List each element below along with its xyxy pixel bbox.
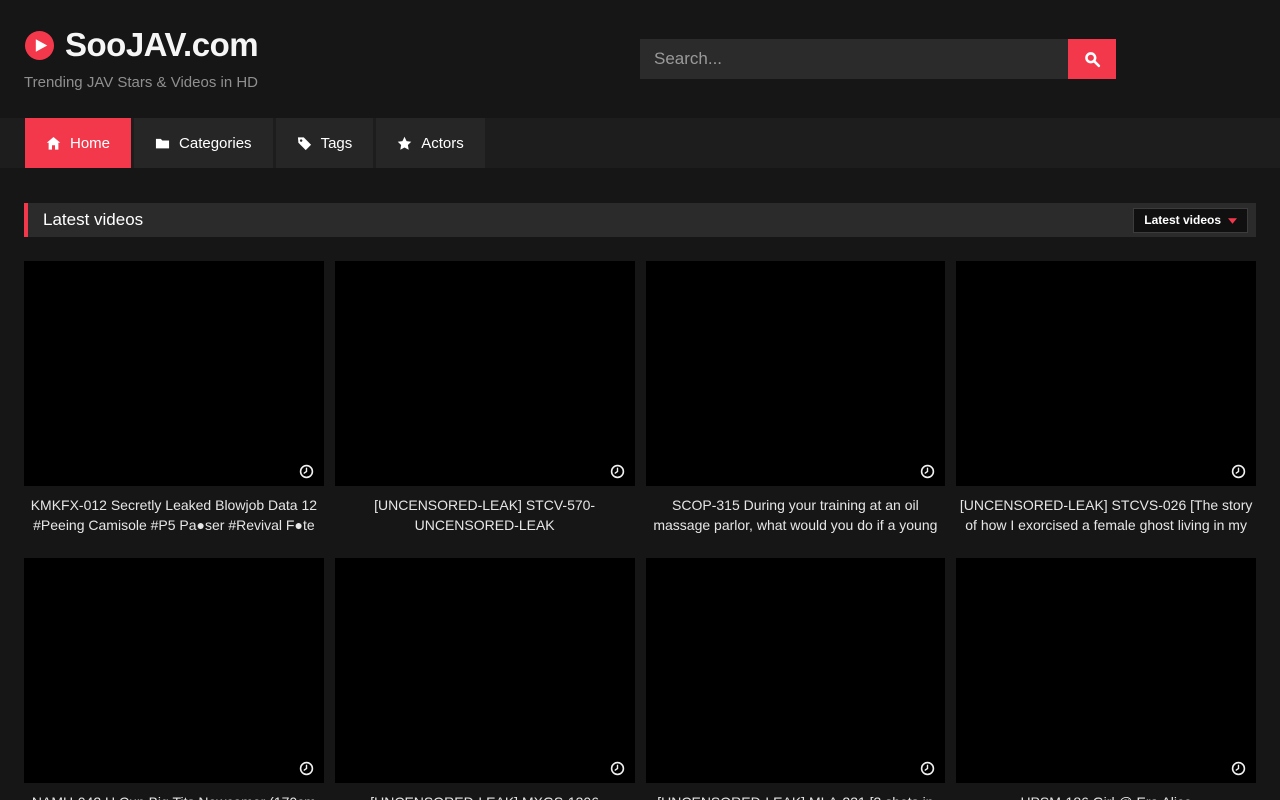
video-grid: KMKFX-012 Secretly Leaked Blowjob Data 1…: [24, 261, 1256, 800]
video-thumbnail[interactable]: [956, 558, 1256, 783]
clock-icon: [610, 761, 625, 776]
video-thumbnail[interactable]: [335, 558, 635, 783]
nav-item-actors[interactable]: Actors: [376, 118, 485, 168]
video-title[interactable]: [UNCENSORED-LEAK] MXGS-1306 Absolutely: [335, 783, 635, 800]
nav-item-label: Home: [70, 135, 110, 152]
video-title[interactable]: SCOP-315 During your training at an oil …: [646, 486, 946, 558]
site-header: SooJAV.com Trending JAV Stars & Videos i…: [0, 0, 1280, 118]
nav-item-label: Categories: [179, 135, 252, 152]
search-input[interactable]: [640, 39, 1068, 79]
video-thumbnail[interactable]: [24, 261, 324, 486]
clock-icon: [610, 464, 625, 479]
video-title[interactable]: [UNCENSORED-LEAK] STCV-570-UNCENSORED-LE…: [335, 486, 635, 558]
nav-item-tags[interactable]: Tags: [276, 118, 374, 168]
folder-icon: [155, 136, 170, 151]
nav-item-categories[interactable]: Categories: [134, 118, 273, 168]
sort-dropdown-label: Latest videos: [1144, 213, 1221, 227]
clock-icon: [1231, 464, 1246, 479]
nav-item-label: Actors: [421, 135, 464, 152]
video-title[interactable]: [UNCENSORED-LEAK] STCVS-026 [The story o…: [956, 486, 1256, 558]
home-icon: [46, 136, 61, 151]
video-thumbnail[interactable]: [956, 261, 1256, 486]
video-title[interactable]: NAMH-042 H Cup Big Tits Newcomer (170cm …: [24, 783, 324, 800]
video-thumbnail[interactable]: [24, 558, 324, 783]
nav-item-home[interactable]: Home: [25, 118, 131, 168]
clock-icon: [920, 761, 935, 776]
clock-icon: [299, 761, 314, 776]
search-icon: [1084, 51, 1101, 68]
video-card[interactable]: KMKFX-012 Secretly Leaked Blowjob Data 1…: [24, 261, 324, 558]
tag-icon: [297, 136, 312, 151]
caret-down-icon: [1228, 218, 1237, 224]
video-card[interactable]: [UNCENSORED-LEAK] MXGS-1306 Absolutely: [335, 558, 635, 800]
main-nav: Home Categories Tags Actors: [0, 118, 1280, 168]
video-card[interactable]: SCOP-315 During your training at an oil …: [646, 261, 946, 558]
star-icon: [397, 136, 412, 151]
brand-name: SooJAV.com: [65, 26, 258, 64]
main-content: Latest videos Latest videos KMKFX-012 Se…: [24, 203, 1256, 800]
video-card[interactable]: HPSM-186 Girl @ Era Alice: [956, 558, 1256, 800]
video-title[interactable]: [UNCENSORED-LEAK] MLA-231 [3 shots in: [646, 783, 946, 800]
clock-icon: [1231, 761, 1246, 776]
clock-icon: [920, 464, 935, 479]
video-card[interactable]: [UNCENSORED-LEAK] STCVS-026 [The story o…: [956, 261, 1256, 558]
video-thumbnail[interactable]: [646, 261, 946, 486]
section-title: Latest videos: [43, 210, 143, 230]
video-card[interactable]: [UNCENSORED-LEAK] STCV-570-UNCENSORED-LE…: [335, 261, 635, 558]
video-card[interactable]: NAMH-042 H Cup Big Tits Newcomer (170cm …: [24, 558, 324, 800]
search-button[interactable]: [1068, 39, 1116, 79]
video-title[interactable]: HPSM-186 Girl @ Era Alice: [956, 783, 1256, 800]
nav-item-label: Tags: [321, 135, 353, 152]
video-title[interactable]: KMKFX-012 Secretly Leaked Blowjob Data 1…: [24, 486, 324, 558]
section-header: Latest videos Latest videos: [24, 203, 1256, 237]
video-thumbnail[interactable]: [335, 261, 635, 486]
video-card[interactable]: [UNCENSORED-LEAK] MLA-231 [3 shots in: [646, 558, 946, 800]
search-bar: [640, 39, 1116, 79]
sort-dropdown[interactable]: Latest videos: [1133, 208, 1248, 233]
clock-icon: [299, 464, 314, 479]
video-thumbnail[interactable]: [646, 558, 946, 783]
play-circle-icon: [24, 30, 55, 61]
